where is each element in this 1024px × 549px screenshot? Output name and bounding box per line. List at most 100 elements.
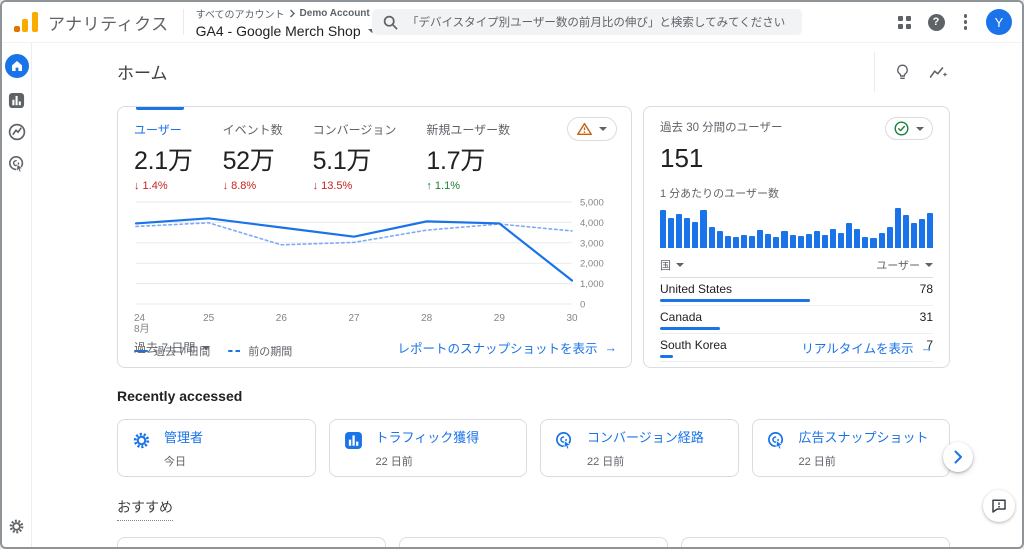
page-title-row: ホーム: [33, 42, 1022, 100]
svg-text:29: 29: [494, 313, 506, 324]
realtime-bar-2: [676, 214, 683, 248]
data-quality-button[interactable]: [567, 117, 617, 141]
country-row-1[interactable]: Canada 31: [660, 306, 933, 334]
nav-advertising-icon[interactable]: [8, 155, 26, 173]
metric-delta: ↓ 1.4%: [134, 180, 168, 192]
svg-text:30: 30: [566, 313, 578, 324]
svg-text:1,000: 1,000: [580, 279, 604, 290]
breadcrumb: すべてのアカウント Demo Account: [196, 6, 376, 21]
apps-grid-icon[interactable]: [897, 15, 911, 29]
page-actions: [874, 52, 948, 92]
arrow-right-icon: →: [920, 340, 934, 355]
recent-card-title: 管理者: [164, 430, 204, 445]
insights-lightbulb-icon[interactable]: [895, 63, 910, 81]
header-actions: ? Y: [897, 2, 1012, 42]
realtime-bar-21: [829, 229, 837, 248]
country-users-value: 5: [926, 366, 933, 367]
caret-down-icon: [202, 345, 211, 350]
help-icon[interactable]: ?: [927, 13, 945, 31]
realtime-bar-30: [902, 215, 909, 248]
view-realtime-link[interactable]: リアルタイムを表示 →: [801, 338, 933, 357]
svg-text:28: 28: [421, 313, 433, 324]
metric-value: 52万: [222, 147, 275, 175]
search-bar[interactable]: 「デバイスタイプ別ユーザー数の前月比の伸び」と検索してみてください: [372, 9, 802, 35]
admin-gear-icon[interactable]: [2, 518, 31, 535]
metric-tab-3[interactable]: 新規ユーザー数 1.7万 ↑ 1.1%: [426, 121, 510, 192]
suggested-card[interactable]: [399, 537, 668, 547]
metric-header[interactable]: ユーザー: [876, 257, 933, 273]
property-name: GA4 - Google Merch Shop: [195, 22, 361, 39]
realtime-title: 過去 30 分間のユーザー: [660, 122, 783, 134]
feedback-button[interactable]: [983, 490, 1015, 522]
metric-tab-1[interactable]: イベント数 52万 ↓ 8.8%: [223, 121, 283, 192]
realtime-bar-7: [716, 231, 723, 248]
recent-card-1[interactable]: トラフィック獲得 22 日前: [328, 419, 527, 477]
carousel-next-button[interactable]: [943, 442, 973, 472]
nav-home-icon[interactable]: [4, 54, 29, 78]
metric-delta: ↑ 1.1%: [426, 180, 460, 192]
recent-card-subtitle: 22 日前: [375, 456, 413, 469]
country-name: United States: [660, 282, 733, 296]
recent-card-3[interactable]: 広告スナップショット 22 日前: [751, 419, 950, 477]
caret-down-icon: [676, 263, 684, 267]
metric-tab-2[interactable]: コンバージョン 5.1万 ↓ 13.5%: [313, 121, 397, 192]
feedback-icon: [992, 499, 1006, 513]
realtime-bar-33: [927, 213, 934, 248]
recently-accessed-heading: Recently accessed: [117, 388, 243, 404]
breadcrumb-account[interactable]: Demo Account: [300, 8, 370, 19]
report-snapshot-link[interactable]: レポートのスナップショットを表示 →: [397, 338, 617, 357]
dimension-header[interactable]: 国: [660, 257, 684, 273]
recent-card-subtitle: 22 日前: [587, 456, 625, 469]
recent-card-title: トラフィック獲得: [375, 430, 480, 445]
suggested-heading: おすすめ: [117, 497, 173, 521]
app-name: アナリティクス: [48, 14, 169, 34]
breadcrumb-all-accounts[interactable]: すべてのアカウント: [196, 6, 285, 21]
realtime-bar-24: [854, 229, 861, 248]
metric-tab-0[interactable]: ユーザー 2.1万 ↓ 1.4%: [134, 121, 193, 192]
google-analytics-logo-icon: [14, 12, 38, 33]
suggested-card[interactable]: [681, 537, 950, 547]
advertising-icon: [555, 431, 574, 450]
realtime-bar-28: [886, 227, 893, 248]
realtime-table-header: 国 ユーザー: [660, 257, 933, 278]
country-row-0[interactable]: United States 78: [660, 278, 933, 306]
realtime-bar-5: [700, 210, 707, 248]
avatar[interactable]: Y: [986, 9, 1012, 35]
realtime-bar-3: [684, 218, 691, 248]
account-switcher[interactable]: すべてのアカウント Demo Account GA4 - Google Merc…: [196, 6, 376, 39]
metric-delta: ↓ 13.5%: [312, 180, 353, 192]
realtime-bar-6: [708, 227, 715, 248]
country-row-3[interactable]: Brazil 5: [660, 362, 933, 367]
nav-explore-icon[interactable]: [8, 123, 26, 141]
per-minute-label: 1 分あたりのユーザー数: [660, 188, 779, 200]
realtime-bar-11: [749, 236, 756, 248]
recent-card-2[interactable]: コンバージョン経路 22 日前: [540, 419, 739, 477]
country-users-value: 31: [919, 310, 933, 324]
search-placeholder: 「デバイスタイプ別ユーザー数の前月比の伸び」と検索してみてください: [407, 17, 786, 29]
analytics-intelligence-icon[interactable]: [929, 65, 948, 80]
realtime-bar-22: [838, 233, 845, 248]
realtime-status-button[interactable]: [885, 117, 933, 140]
country-value-bar: [660, 299, 810, 302]
realtime-bar-26: [870, 238, 877, 248]
arrow-right-icon: →: [604, 340, 618, 355]
date-range-selector[interactable]: 過去 7 日間: [134, 339, 211, 356]
country-value-bar: [660, 327, 720, 330]
svg-text:5,000: 5,000: [580, 198, 604, 209]
metric-value: 5.1万: [312, 147, 372, 175]
more-options-icon[interactable]: [962, 12, 970, 32]
users-trend-svg: 0 1,000 2,000 3,000 4,000 5,000 248月 25 26 27 28 29…: [134, 198, 604, 336]
svg-text:2,000: 2,000: [580, 259, 604, 270]
suggested-card[interactable]: [117, 537, 386, 547]
app-header: アナリティクス すべてのアカウント Demo Account GA4 - Goo…: [2, 2, 1022, 43]
nav-reports-icon[interactable]: [8, 92, 25, 109]
realtime-bar-17: [797, 236, 804, 248]
recent-card-0[interactable]: 管理者 今日: [117, 419, 316, 477]
recent-card-title: コンバージョン経路: [587, 430, 704, 445]
recent-card-subtitle: 22 日前: [798, 456, 836, 469]
svg-text:3,000: 3,000: [580, 238, 604, 249]
realtime-card: 過去 30 分間のユーザー 151 1 分あたりのユーザー数 国 ユーザー Un…: [643, 106, 950, 368]
check-circle-icon: [894, 121, 909, 136]
country-row-main: Canada 31: [660, 310, 933, 324]
realtime-bar-0: [660, 210, 667, 248]
